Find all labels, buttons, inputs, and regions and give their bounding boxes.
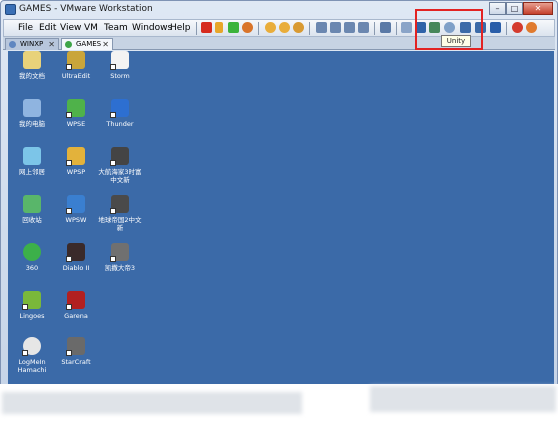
- desktop-icon-recycle-bin[interactable]: 回收站: [10, 195, 54, 224]
- vm-icon: [65, 41, 72, 48]
- network-icon: [23, 147, 41, 165]
- minimize-button[interactable]: –: [489, 2, 506, 15]
- toolbar-tool-icon[interactable]: [316, 22, 327, 33]
- blurred-region: [2, 392, 302, 414]
- 360-icon: [23, 243, 41, 261]
- guest-desktop[interactable]: 我的文档 UltraEdit Storm 我的电脑 WPSE Thunder 网…: [8, 51, 554, 388]
- desktop-icon-caesar-3[interactable]: 凯撒大帝3: [98, 243, 142, 272]
- blurred-taskbar-area: [0, 384, 558, 422]
- summary-view-icon[interactable]: [401, 22, 412, 33]
- menu-view[interactable]: View: [60, 23, 81, 33]
- starcraft-icon: [66, 337, 85, 356]
- help-icon[interactable]: [526, 22, 537, 33]
- vm-icon: [9, 41, 16, 48]
- revert-snapshot-icon[interactable]: [279, 22, 290, 33]
- desktop-icon-empire-earth-2[interactable]: 地球帝国2中文新: [98, 195, 142, 232]
- desktop-icon-wpsw[interactable]: WPSW: [54, 195, 98, 224]
- menu-file[interactable]: File: [18, 23, 33, 33]
- toolbar-tool-icon[interactable]: [344, 22, 355, 33]
- game-icon: [110, 147, 129, 166]
- toolbar-separator: [258, 22, 259, 35]
- toolbar-separator: [396, 22, 397, 35]
- toolbar-separator: [309, 22, 310, 35]
- desktop-icon-starcraft[interactable]: StarCraft: [54, 337, 98, 366]
- vmware-window: GAMES - VMware Workstation – □ ✕ File Ed…: [0, 0, 558, 398]
- close-tab-icon[interactable]: ✕: [48, 39, 55, 50]
- snapshot-icon[interactable]: [265, 22, 276, 33]
- thumbnail-view-icon[interactable]: [490, 22, 501, 33]
- tab-label: GAMES: [76, 40, 102, 48]
- desktop-icon-garena[interactable]: Garena: [54, 291, 98, 320]
- recycle-bin-icon: [23, 195, 41, 213]
- desktop-icon-wpse[interactable]: WPSE: [54, 99, 98, 128]
- desktop-icon-storm[interactable]: Storm: [98, 51, 142, 80]
- desktop-icon-my-computer[interactable]: 我的电脑: [10, 99, 54, 128]
- thunder-icon: [110, 99, 129, 118]
- desktop-icon-thunder[interactable]: Thunder: [98, 99, 142, 128]
- close-tab-icon[interactable]: ✕: [102, 39, 109, 50]
- toolbar-separator: [196, 22, 197, 35]
- reset-icon[interactable]: [242, 22, 253, 33]
- toolbar-tool-icon[interactable]: [330, 22, 341, 33]
- desktop-icon-network[interactable]: 网上邻居: [10, 147, 54, 176]
- ultraedit-icon: [66, 51, 85, 70]
- toolbar-tool-icon[interactable]: [358, 22, 369, 33]
- desktop-icon-wpsp[interactable]: WPSP: [54, 147, 98, 176]
- toolbar-separator: [506, 22, 507, 35]
- tab-label: WINXP: [20, 40, 44, 48]
- stop-icon[interactable]: [201, 22, 212, 33]
- menu-help[interactable]: Help: [170, 23, 191, 33]
- game-icon: [110, 243, 129, 262]
- lingoes-icon: [22, 291, 41, 310]
- desktop-icon-ultraedit[interactable]: UltraEdit: [54, 51, 98, 80]
- desktop-icon-lingoes[interactable]: Lingoes: [10, 291, 54, 320]
- tab-games[interactable]: GAMES ✕: [61, 38, 113, 50]
- menu-windows[interactable]: Windows: [132, 23, 172, 33]
- desktop-icon-hamachi[interactable]: LogMeIn Hamachi: [10, 337, 54, 374]
- desktop-icon-360[interactable]: 360: [10, 243, 54, 272]
- garena-icon: [66, 291, 85, 310]
- wpse-icon: [66, 99, 85, 118]
- desktop-icon-patrician-3[interactable]: 大航海家3时富中文新: [98, 147, 142, 184]
- window-title: GAMES - VMware Workstation: [19, 4, 153, 14]
- wpsp-icon: [66, 147, 85, 166]
- maximize-button[interactable]: □: [506, 2, 523, 15]
- wpsw-icon: [66, 195, 85, 214]
- vmware-app-icon: [5, 4, 16, 15]
- blurred-region: [370, 386, 556, 412]
- diablo-icon: [66, 243, 85, 262]
- power-on-icon[interactable]: [228, 22, 239, 33]
- menu-edit[interactable]: Edit: [39, 23, 56, 33]
- hamachi-icon: [22, 337, 41, 356]
- menu-vm[interactable]: VM: [84, 23, 98, 33]
- game-icon: [110, 195, 129, 214]
- menu-team[interactable]: Team: [104, 23, 128, 33]
- toolbar-tool-icon[interactable]: [380, 22, 391, 33]
- desktop-icon-my-documents[interactable]: 我的文档: [10, 51, 54, 80]
- desktop-icon-diablo-2[interactable]: Diablo II: [54, 243, 98, 272]
- my-computer-icon: [23, 99, 41, 117]
- settings-icon[interactable]: [512, 22, 523, 33]
- my-documents-icon: [23, 51, 41, 69]
- close-button[interactable]: ✕: [523, 2, 553, 15]
- unity-tooltip: Unity: [441, 35, 471, 47]
- snapshot-manager-icon[interactable]: [293, 22, 304, 33]
- pause-icon[interactable]: [215, 22, 223, 33]
- toolbar-separator: [374, 22, 375, 35]
- storm-icon: [110, 51, 129, 70]
- tab-winxp[interactable]: WINXP ✕: [5, 38, 59, 50]
